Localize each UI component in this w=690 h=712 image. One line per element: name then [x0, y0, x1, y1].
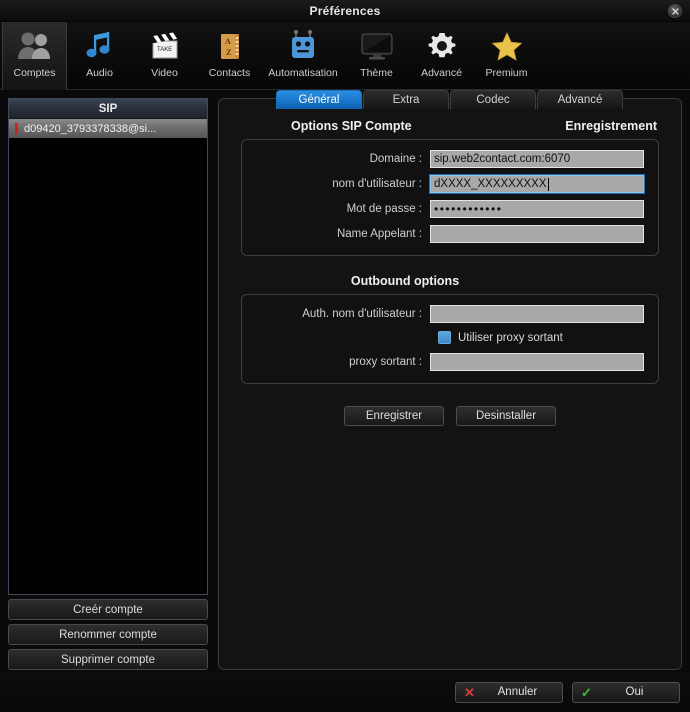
users-icon: [15, 26, 55, 66]
sip-section-title: Options SIP Compte: [291, 119, 412, 133]
auth-username-input[interactable]: [430, 305, 644, 323]
account-list[interactable]: SIP d09420_3793378338@si...: [8, 98, 208, 595]
tab-advance[interactable]: Advancé: [537, 90, 623, 109]
username-field-row: nom d'utilisateur : dXXXX_XXXXXXXXX: [242, 175, 658, 193]
toolbar-label: Contacts: [209, 67, 250, 79]
username-input-value: dXXXX_XXXXXXXXX: [434, 178, 547, 190]
tab-extra[interactable]: Extra: [363, 90, 449, 109]
tab-bar: Général Extra Codec Advancé: [276, 90, 624, 109]
username-label: nom d'utilisateur :: [242, 178, 430, 190]
toolbar-label: Automatisation: [268, 67, 337, 79]
text-caret: [548, 178, 549, 191]
footer-bar: ✕ Annuler ✓ Oui: [0, 672, 690, 712]
close-button[interactable]: [668, 4, 682, 18]
toolbar-item-video[interactable]: TAKE Video: [132, 22, 197, 90]
cancel-button-label: Annuler: [485, 686, 562, 698]
password-input[interactable]: ••••••••••••: [430, 200, 644, 218]
gear-icon: [426, 26, 458, 66]
rename-account-button[interactable]: Renommer compte: [8, 624, 208, 645]
username-input[interactable]: dXXXX_XXXXXXXXX: [430, 175, 644, 193]
toolbar-item-advance[interactable]: Advancé: [409, 22, 474, 90]
account-list-item[interactable]: d09420_3793378338@si...: [9, 119, 207, 138]
window-title: Préférences: [310, 4, 381, 18]
registration-title: Enregistrement: [565, 119, 657, 133]
account-list-header: SIP: [9, 99, 207, 119]
caller-name-label: Name Appelant :: [242, 228, 430, 240]
auth-username-label: Auth. nom d'utilisateur :: [242, 308, 430, 320]
toolbar-item-contacts[interactable]: A Z Contacts: [197, 22, 262, 90]
password-label: Mot de passe :: [242, 203, 430, 215]
clapperboard-icon: TAKE: [147, 26, 183, 66]
use-outbound-proxy-label: Utiliser proxy sortant: [458, 332, 563, 344]
account-list-empty-area: [9, 138, 207, 594]
title-bar: Préférences: [0, 0, 690, 22]
close-icon: [671, 7, 680, 16]
domain-field-row: Domaine : sip.web2contact.com:6070: [242, 150, 658, 168]
svg-text:Z: Z: [226, 48, 231, 57]
delete-account-button[interactable]: Supprimer compte: [8, 649, 208, 670]
outbound-proxy-input[interactable]: [430, 353, 644, 371]
outbound-section-title: Outbound options: [219, 256, 591, 294]
confirm-button[interactable]: ✓ Oui: [572, 682, 680, 703]
monitor-icon: [358, 26, 396, 66]
robot-icon: [286, 26, 320, 66]
toolbar-label: Premium: [485, 67, 527, 79]
tab-codec[interactable]: Codec: [450, 90, 536, 109]
cancel-x-icon: ✕: [464, 686, 475, 699]
outbound-proxy-field-row: proxy sortant :: [242, 353, 658, 371]
confirm-check-icon: ✓: [581, 686, 592, 699]
panel-button-row: Enregistrer Desinstaller: [219, 406, 681, 426]
caller-name-field-row: Name Appelant :: [242, 225, 658, 243]
toolbar-label: Advancé: [421, 67, 462, 79]
toolbar-item-theme[interactable]: Thème: [344, 22, 409, 90]
toolbar-item-automatisation[interactable]: Automatisation: [262, 22, 344, 90]
music-note-icon: [83, 26, 117, 66]
outbound-proxy-label: proxy sortant :: [242, 356, 430, 368]
uninstall-button[interactable]: Desinstaller: [456, 406, 556, 426]
main-panel: Général Extra Codec Advancé Options SIP …: [218, 98, 682, 670]
toolbar: Comptes Audio TAKE: [0, 22, 690, 90]
caller-name-input[interactable]: [430, 225, 644, 243]
auth-username-field-row: Auth. nom d'utilisateur :: [242, 305, 658, 323]
content-area: SIP d09420_3793378338@si... Creér compte…: [0, 90, 690, 672]
register-button[interactable]: Enregistrer: [344, 406, 444, 426]
toolbar-label: Thème: [360, 67, 393, 79]
address-book-icon: A Z: [214, 26, 246, 66]
toolbar-item-premium[interactable]: Premium: [474, 22, 539, 90]
domain-input[interactable]: sip.web2contact.com:6070: [430, 150, 644, 168]
create-account-button[interactable]: Creér compte: [8, 599, 208, 620]
toolbar-item-comptes[interactable]: Comptes: [2, 22, 67, 90]
cancel-button[interactable]: ✕ Annuler: [455, 682, 563, 703]
password-field-row: Mot de passe : ••••••••••••: [242, 200, 658, 218]
toolbar-label: Comptes: [13, 67, 55, 79]
toolbar-item-audio[interactable]: Audio: [67, 22, 132, 90]
tab-general[interactable]: Général: [276, 90, 362, 109]
confirm-button-label: Oui: [602, 686, 679, 698]
sip-options-group: Domaine : sip.web2contact.com:6070 nom d…: [241, 139, 659, 256]
toolbar-label: Audio: [86, 67, 113, 79]
domain-label: Domaine :: [242, 153, 430, 165]
account-name: d09420_3793378338@si...: [24, 123, 156, 135]
outbound-options-group: Auth. nom d'utilisateur : Utiliser proxy…: [241, 294, 659, 384]
svg-text:A: A: [225, 37, 231, 46]
account-status-indicator-icon: [15, 123, 18, 134]
use-outbound-proxy-row[interactable]: Utiliser proxy sortant: [242, 331, 658, 344]
svg-text:TAKE: TAKE: [157, 47, 172, 53]
toolbar-label: Video: [151, 67, 178, 79]
sidebar: SIP d09420_3793378338@si... Creér compte…: [8, 98, 208, 670]
star-icon: [490, 26, 524, 66]
use-outbound-proxy-checkbox[interactable]: [438, 331, 451, 344]
